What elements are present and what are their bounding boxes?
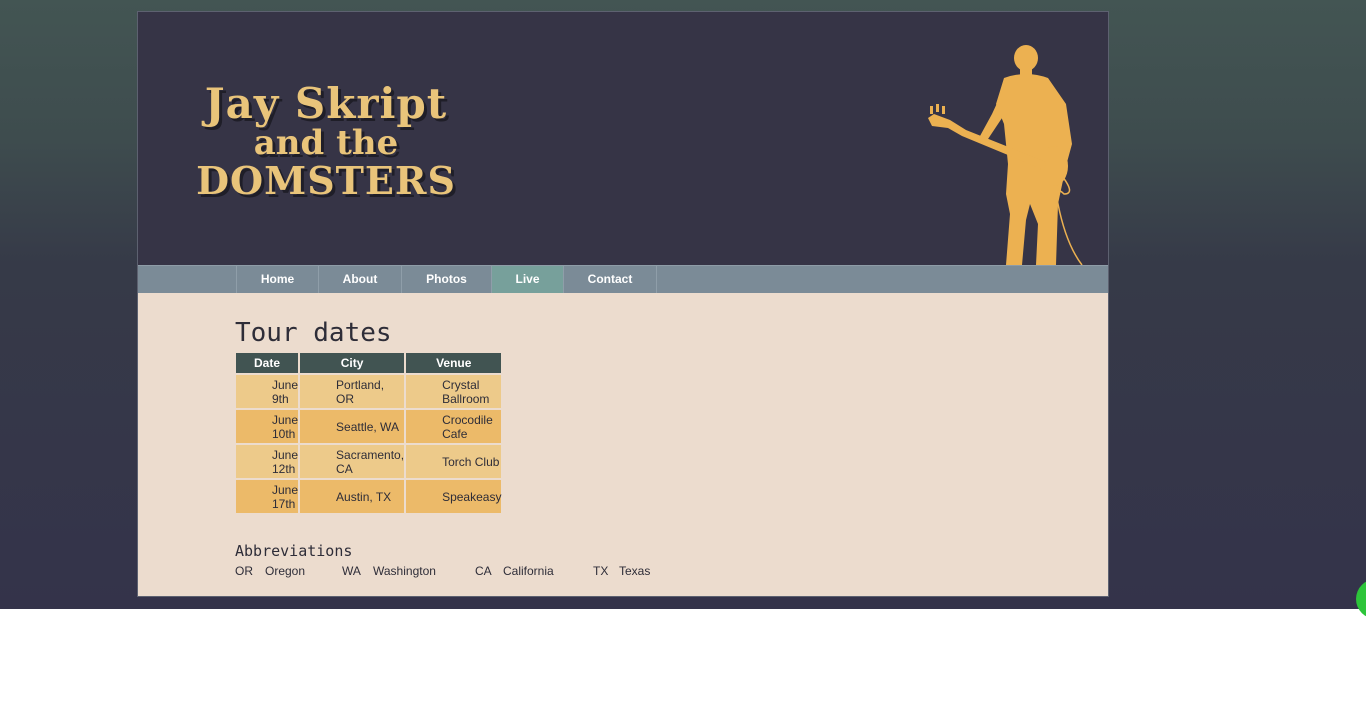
city-cell: Seattle, WA xyxy=(300,410,407,445)
venue-cell: Torch Club xyxy=(406,445,502,480)
table-header-row: Date City Venue xyxy=(236,353,502,375)
abbr-name: Texas xyxy=(619,564,651,578)
page-title: Tour dates xyxy=(235,318,392,348)
nav-item-photos[interactable]: Photos xyxy=(401,266,491,293)
site-header: Jay Skript and the DOMSTERS xyxy=(138,12,1108,265)
abbr-code: TX xyxy=(593,564,609,578)
table-row: June 9th Portland, OR Crystal Ballroom xyxy=(236,375,502,410)
abbr-code: OR xyxy=(235,564,253,578)
venue-cell: Speakeasy xyxy=(406,480,502,513)
column-header-date: Date xyxy=(236,353,301,375)
abbreviations-heading: Abbreviations xyxy=(235,542,353,560)
column-header-city: City xyxy=(300,353,407,375)
date-cell: June 17th xyxy=(236,480,301,513)
venue-cell: Crystal Ballroom xyxy=(406,375,502,410)
table-row: June 12th Sacramento, CA Torch Club xyxy=(236,445,502,480)
guitarist-silhouette-icon xyxy=(928,45,1083,265)
tour-dates-table: Date City Venue June 9th Portland, OR Cr… xyxy=(236,353,502,513)
abbr-code: CA xyxy=(475,564,492,578)
city-cell: Portland, OR xyxy=(300,375,407,410)
city-cell: Sacramento, CA xyxy=(300,445,407,480)
abbr-code: WA xyxy=(342,564,361,578)
logo-line-3: DOMSTERS xyxy=(196,158,456,203)
venue-cell: Crocodile Cafe xyxy=(406,410,502,445)
main-nav: Home About Photos Live Contact xyxy=(138,265,1108,293)
city-cell: Austin, TX xyxy=(300,480,407,513)
date-cell: June 12th xyxy=(236,445,301,480)
band-logo[interactable]: Jay Skript and the DOMSTERS xyxy=(176,82,476,202)
nav-list: Home About Photos Live Contact xyxy=(236,266,657,293)
date-cell: June 10th xyxy=(236,410,301,445)
logo-line-1: Jay Skript xyxy=(204,79,448,128)
table-row: June 17th Austin, TX Speakeasy xyxy=(236,480,502,513)
nav-item-home[interactable]: Home xyxy=(236,266,318,293)
column-header-venue: Venue xyxy=(406,353,502,375)
nav-item-about[interactable]: About xyxy=(318,266,401,293)
abbr-name: California xyxy=(503,564,554,578)
nav-item-live[interactable]: Live xyxy=(491,266,563,293)
logo-line-2: and the xyxy=(253,123,399,163)
date-cell: June 9th xyxy=(236,375,301,410)
abbr-name: Washington xyxy=(373,564,436,578)
abbr-name: Oregon xyxy=(265,564,306,578)
site-container: Jay Skript and the DOMSTERS Home About P… xyxy=(137,11,1109,597)
table-row: June 10th Seattle, WA Crocodile Cafe xyxy=(236,410,502,445)
nav-item-contact[interactable]: Contact xyxy=(563,266,657,293)
